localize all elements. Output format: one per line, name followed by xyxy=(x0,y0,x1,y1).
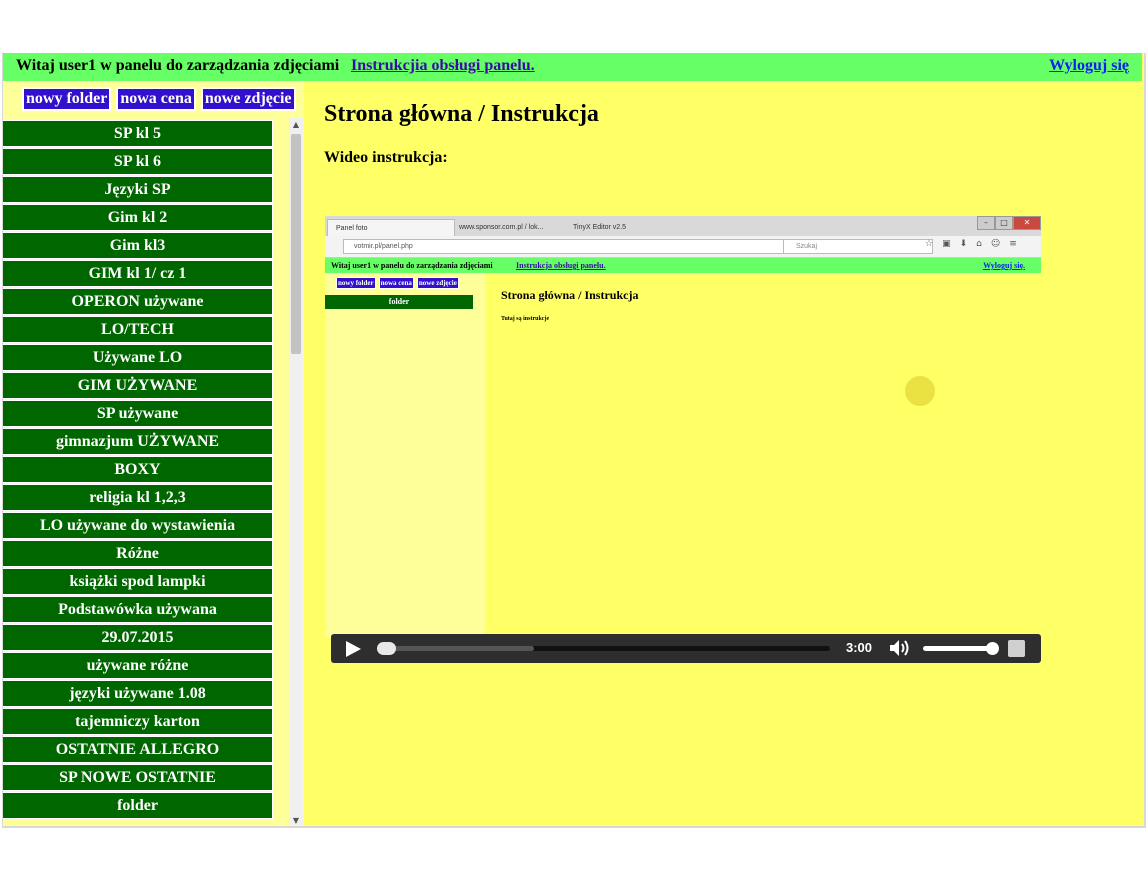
video-frame-actions: nowy folder nowa cena nowe zdjęcie xyxy=(336,277,459,289)
folder-item[interactable]: SP używane xyxy=(3,400,273,427)
instructions-link[interactable]: Instrukcjia obsługi panelu. xyxy=(351,57,535,75)
folder-item[interactable]: Używane LO xyxy=(3,344,273,371)
video-time: 3:00 xyxy=(846,640,873,655)
folder-item[interactable]: SP kl 6 xyxy=(3,148,273,175)
folder-item[interactable]: gimnazjum UŻYWANE xyxy=(3,428,273,455)
video-frame-help-link: Instrukcja obsługi panelu. xyxy=(516,261,606,270)
folder-item[interactable]: LO używane do wystawienia xyxy=(3,512,273,539)
video-frame-action: nowy folder xyxy=(336,277,376,289)
video-frame-topbar: Witaj user1 w panelu do zarządzania zdję… xyxy=(325,258,1041,273)
app-frame: Witaj user1 w panelu do zarządzania zdję… xyxy=(2,53,1146,828)
action-buttons: nowy folder nowa cena nowe zdjęcie xyxy=(22,87,296,111)
video-frame-logout: Wyloguj się. xyxy=(983,261,1025,270)
folder-item[interactable]: folder xyxy=(3,792,273,819)
folder-item[interactable]: LO/TECH xyxy=(3,316,273,343)
folder-item[interactable]: OSTATNIE ALLEGRO xyxy=(3,736,273,763)
video-frame-folder: folder xyxy=(325,295,473,309)
folder-item[interactable]: SP kl 5 xyxy=(3,120,273,147)
video-frame-search: Szukaj xyxy=(783,239,933,254)
fullscreen-icon[interactable] xyxy=(1008,640,1025,657)
folder-item[interactable]: GIM UŻYWANE xyxy=(3,372,273,399)
top-bar: Witaj user1 w panelu do zarządzania zdję… xyxy=(3,53,1142,81)
folder-item[interactable]: języki używane 1.08 xyxy=(3,680,273,707)
folder-item[interactable]: SP NOWE OSTATNIE xyxy=(3,764,273,791)
cursor-highlight-icon xyxy=(905,376,935,406)
scroll-thumb[interactable] xyxy=(291,134,301,354)
sidebar: nowy folder nowa cena nowe zdjęcie SP kl… xyxy=(3,81,304,826)
folder-item[interactable]: tajemniczy karton xyxy=(3,708,273,735)
folder-item[interactable]: książki spod lampki xyxy=(3,568,273,595)
maximize-icon: □ xyxy=(995,216,1013,230)
new-photo-button[interactable]: nowe zdjęcie xyxy=(200,87,296,111)
scroll-down-icon[interactable]: ▼ xyxy=(289,814,303,826)
video-frame-tab: Panel foto xyxy=(327,219,455,237)
new-price-button[interactable]: nowa cena xyxy=(116,87,196,111)
video-frame-window-controls: – □ ✕ xyxy=(977,216,1041,230)
new-folder-button[interactable]: nowy folder xyxy=(22,87,112,111)
video-frame-action: nowa cena xyxy=(378,277,414,289)
minimize-icon: – xyxy=(977,216,995,230)
folder-item[interactable]: Języki SP xyxy=(3,176,273,203)
scroll-up-icon[interactable]: ▲ xyxy=(289,118,303,132)
folder-item[interactable]: Gim kl3 xyxy=(3,232,273,259)
video-buffered-bar xyxy=(381,646,534,651)
volume-icon[interactable] xyxy=(889,639,911,657)
video-frame-tab: www.sponsor.com.pl / lok... xyxy=(459,224,544,231)
folder-item[interactable]: GIM kl 1/ cz 1 xyxy=(3,260,273,287)
folder-item[interactable]: Gim kl 2 xyxy=(3,204,273,231)
video-controls: 3:00 xyxy=(331,634,1041,663)
video-frame-sidebar: nowy folder nowa cena nowe zdjęcie folde… xyxy=(325,273,485,638)
close-icon: ✕ xyxy=(1013,216,1041,230)
video-frame-action: nowe zdjęcie xyxy=(416,277,459,289)
video-frame-text: Tutaj są instrukcje xyxy=(501,316,550,322)
video-frame-welcome: Witaj user1 w panelu do zarządzania zdję… xyxy=(331,261,493,270)
folder-item[interactable]: BOXY xyxy=(3,456,273,483)
volume-knob[interactable] xyxy=(985,642,999,655)
volume-slider[interactable] xyxy=(923,642,999,655)
folder-item[interactable]: Podstawówka używana xyxy=(3,596,273,623)
video-label: Wideo instrukcja: xyxy=(324,149,448,166)
logout-link[interactable]: Wyloguj się xyxy=(1049,57,1129,75)
video-progress-bar[interactable] xyxy=(377,642,830,655)
video-frame-tabbar: Panel foto www.sponsor.com.pl / lok... T… xyxy=(325,216,1041,237)
folder-item[interactable]: religia kl 1,2,3 xyxy=(3,484,273,511)
video-frame-toolbar-icons: ☆▣⬇⌂☺≡ xyxy=(925,239,1026,249)
sidebar-scrollbar[interactable]: ▲ ▼ xyxy=(289,118,303,826)
page-title: Strona główna / Instrukcja xyxy=(324,101,599,127)
video-frame-tab: TinyX Editor v2.5 xyxy=(573,224,627,231)
folder-item[interactable]: 29.07.2015 xyxy=(3,624,273,651)
welcome-text: Witaj user1 w panelu do zarządzania zdję… xyxy=(16,57,340,74)
video-progress-knob[interactable] xyxy=(377,642,396,655)
video-frame-url: votmir.pl/panel.php xyxy=(343,239,785,254)
video-frame-urlbar: votmir.pl/panel.php Szukaj ☆▣⬇⌂☺≡ xyxy=(325,236,1041,258)
folder-item[interactable]: OPERON używane xyxy=(3,288,273,315)
folder-item[interactable]: używane różne xyxy=(3,652,273,679)
play-icon[interactable] xyxy=(346,641,361,657)
folder-item[interactable]: Różne xyxy=(3,540,273,567)
video-frame-page: Witaj user1 w panelu do zarządzania zdję… xyxy=(325,258,1041,638)
video-frame-title: Strona główna / Instrukcja xyxy=(501,288,639,302)
video-player[interactable]: Panel foto www.sponsor.com.pl / lok... T… xyxy=(325,216,1041,663)
folder-list: SP kl 5 SP kl 6 Języki SP Gim kl 2 Gim k… xyxy=(3,120,274,820)
